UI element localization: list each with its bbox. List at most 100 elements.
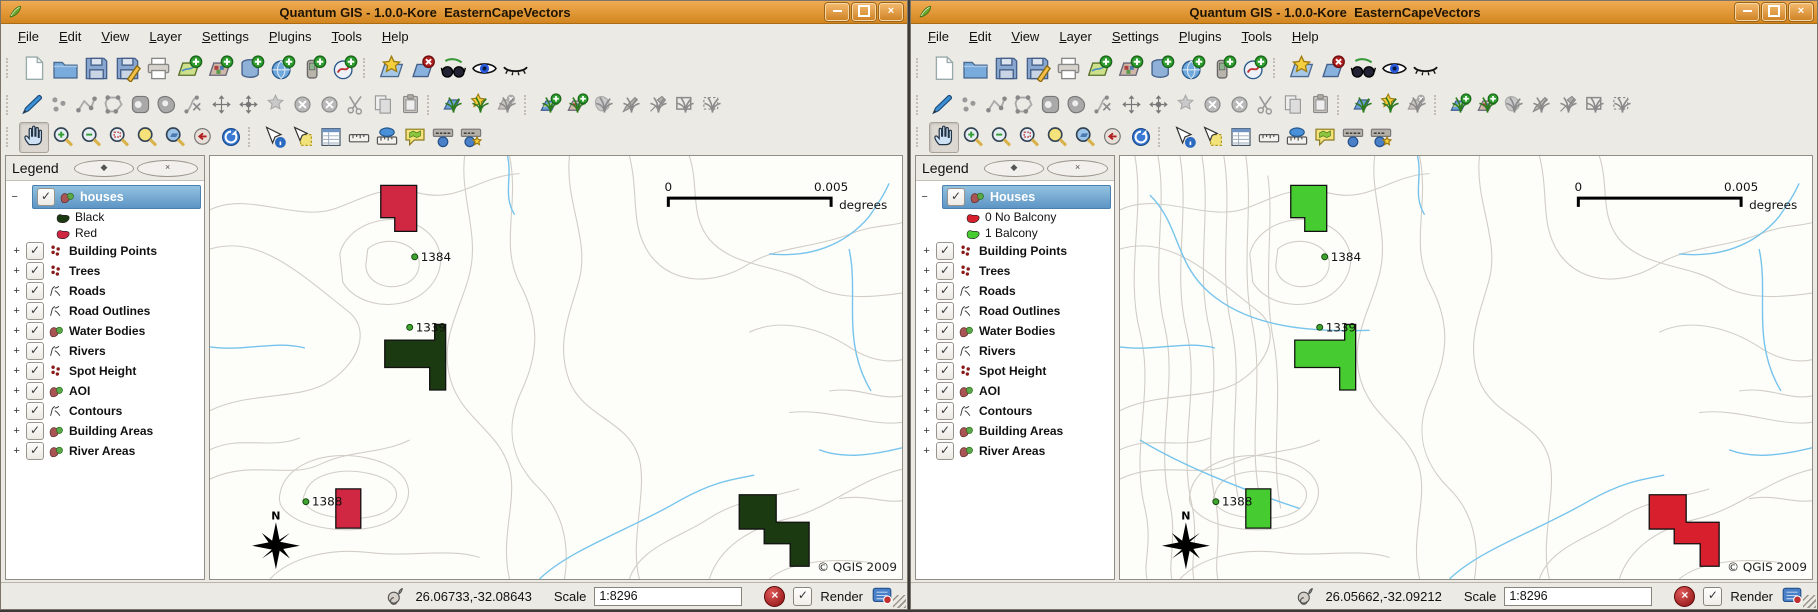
close-panel-button[interactable]: × — [137, 160, 198, 177]
zoom-to-selection-icon[interactable] — [1017, 125, 1041, 149]
menu-tools[interactable]: Tools — [1232, 27, 1280, 46]
new-vector-layer-icon[interactable] — [378, 55, 405, 82]
legend-class-no-balcony[interactable]: 0 No Balcony — [919, 209, 1113, 225]
hide-all-layers-icon[interactable] — [1412, 55, 1439, 82]
grass-open-mapset-icon[interactable] — [442, 93, 465, 116]
grass-close-mapset-icon[interactable] — [1406, 93, 1429, 116]
minimize-button[interactable] — [1735, 3, 1759, 21]
expand-icon[interactable] — [11, 245, 22, 257]
add-wfs-layer-icon[interactable] — [331, 55, 358, 82]
layer-checkbox[interactable] — [26, 262, 44, 280]
hide-all-layers-icon[interactable] — [502, 55, 529, 82]
add-raster-layer-icon[interactable] — [207, 55, 234, 82]
add-island-icon[interactable] — [1066, 93, 1089, 116]
expand-icon[interactable] — [921, 445, 932, 457]
map-tips-icon[interactable] — [403, 125, 427, 149]
legend-layer-building-areas[interactable]: Building Areas — [919, 421, 1113, 441]
legend-class-balcony[interactable]: 1 Balcony — [919, 225, 1113, 241]
legend-layer-road-outlines[interactable]: Road Outlines — [9, 301, 203, 321]
delete-ring-icon[interactable] — [291, 93, 314, 116]
grass-add-raster-layer-icon[interactable] — [566, 93, 589, 116]
add-postgis-layer-icon[interactable] — [1148, 55, 1175, 82]
print-composer-icon[interactable] — [1055, 55, 1082, 82]
zoom-out-icon[interactable] — [989, 125, 1013, 149]
toolbar-handle[interactable] — [1158, 127, 1167, 147]
grass-open-mapset-icon[interactable] — [1352, 93, 1375, 116]
scale-input[interactable] — [594, 587, 742, 606]
expand-icon[interactable] — [11, 265, 22, 277]
close-button[interactable]: × — [1789, 3, 1813, 21]
menu-help[interactable]: Help — [373, 27, 418, 46]
layer-checkbox[interactable] — [936, 322, 954, 340]
close-panel-button[interactable]: × — [1047, 160, 1108, 177]
menu-settings[interactable]: Settings — [193, 27, 258, 46]
expand-icon[interactable] — [921, 385, 932, 397]
toolbar-handle[interactable] — [6, 95, 15, 115]
zoom-to-layer-icon[interactable] — [163, 125, 187, 149]
toolbar-handle[interactable] — [363, 58, 372, 78]
capture-line-icon[interactable] — [985, 93, 1008, 116]
expand-icon[interactable] — [921, 345, 932, 357]
legend-layer-aoi[interactable]: AOI — [9, 381, 203, 401]
zoom-last-icon[interactable] — [191, 125, 215, 149]
cut-features-icon[interactable] — [345, 93, 368, 116]
menu-edit[interactable]: Edit — [960, 27, 1000, 46]
add-island-icon[interactable] — [156, 93, 179, 116]
legend-layer-water-bodies[interactable]: Water Bodies — [9, 321, 203, 341]
paste-features-icon[interactable] — [399, 93, 422, 116]
zoom-to-selection-icon[interactable] — [107, 125, 131, 149]
delete-selected-icon[interactable] — [264, 93, 287, 116]
legend-layer-roads[interactable]: Roads — [919, 281, 1113, 301]
add-vector-layer-icon[interactable] — [176, 55, 203, 82]
show-bookmarks-icon[interactable] — [431, 125, 455, 149]
expand-icon[interactable] — [921, 285, 932, 297]
menu-settings[interactable]: Settings — [1103, 27, 1168, 46]
refresh-map-icon[interactable] — [219, 125, 243, 149]
measure-line-icon[interactable] — [1257, 125, 1281, 149]
capture-line-icon[interactable] — [75, 93, 98, 116]
move-feature-icon[interactable] — [1120, 93, 1143, 116]
grass-new-vector-layer-icon[interactable] — [593, 93, 616, 116]
menu-help[interactable]: Help — [1283, 27, 1328, 46]
legend-layer-spot-height[interactable]: Spot Height — [919, 361, 1113, 381]
grass-display-region-icon[interactable] — [674, 93, 697, 116]
legend-layer-building-areas[interactable]: Building Areas — [9, 421, 203, 441]
grass-new-mapset-icon[interactable] — [1379, 93, 1402, 116]
grass-display-region-icon[interactable] — [1584, 93, 1607, 116]
expand-icon[interactable] — [11, 285, 22, 297]
legend-class-black[interactable]: Black — [9, 209, 203, 225]
zoom-full-icon[interactable] — [135, 125, 159, 149]
legend-header[interactable]: Legend ◆ × — [6, 156, 204, 181]
grass-add-raster-layer-icon[interactable] — [1476, 93, 1499, 116]
grass-add-vector-layer-icon[interactable] — [1449, 93, 1472, 116]
close-button[interactable]: × — [879, 3, 903, 21]
grass-edit-vector-icon[interactable] — [1530, 93, 1553, 116]
layer-checkbox[interactable] — [936, 262, 954, 280]
expand-icon[interactable] — [11, 345, 22, 357]
layer-checkbox[interactable] — [37, 188, 55, 206]
toolbar-handle[interactable] — [916, 127, 925, 147]
move-feature-icon[interactable] — [210, 93, 233, 116]
save-project-as-icon[interactable] — [114, 55, 141, 82]
layer-checkbox[interactable] — [936, 442, 954, 460]
legend-layer-rivers[interactable]: Rivers — [919, 341, 1113, 361]
maximize-button[interactable] — [852, 3, 876, 21]
legend-class-red[interactable]: Red — [9, 225, 203, 241]
show-all-layers-icon[interactable] — [1381, 55, 1408, 82]
maximize-button[interactable] — [1762, 3, 1786, 21]
move-vertex-icon[interactable] — [1147, 93, 1170, 116]
grass-edit-region-icon[interactable] — [701, 93, 724, 116]
layer-checkbox[interactable] — [26, 402, 44, 420]
toolbar-handle[interactable] — [6, 127, 15, 147]
expand-icon[interactable] — [921, 365, 932, 377]
toolbar-handle[interactable] — [6, 58, 15, 78]
mouse-position-icon[interactable] — [1295, 585, 1317, 607]
expand-icon[interactable] — [11, 325, 22, 337]
layer-checkbox[interactable] — [936, 422, 954, 440]
expand-icon[interactable] — [11, 365, 22, 377]
render-checkbox[interactable] — [1703, 587, 1722, 606]
add-vector-layer-icon[interactable] — [1086, 55, 1113, 82]
toolbar-handle[interactable] — [427, 95, 436, 115]
menu-file[interactable]: File — [919, 27, 958, 46]
layer-checkbox[interactable] — [936, 402, 954, 420]
